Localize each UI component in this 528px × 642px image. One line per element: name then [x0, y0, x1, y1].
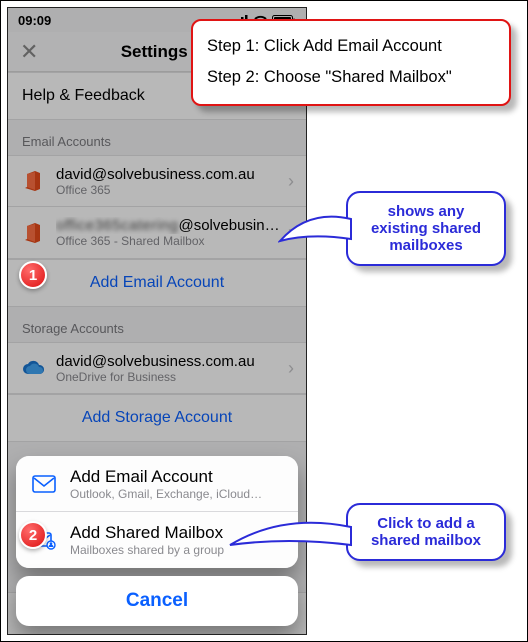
callout-existing-shared: shows any existing shared mailboxes — [346, 191, 506, 266]
redacted-text: office365catering — [56, 217, 178, 234]
office365-icon — [20, 220, 46, 246]
annotation-badge-1: 1 — [19, 261, 47, 289]
envelope-icon — [30, 475, 58, 493]
sheet-cancel-button[interactable]: Cancel — [16, 576, 298, 626]
onedrive-icon — [20, 355, 46, 381]
step-instructions-box: Step 1: Click Add Email Account Step 2: … — [191, 19, 511, 106]
account-subtitle: Office 365 - Shared Mailbox — [56, 234, 288, 248]
add-storage-account-link[interactable]: Add Storage Account — [8, 394, 306, 442]
chevron-right-icon: › — [288, 171, 294, 192]
annotation-badge-2: 2 — [19, 521, 47, 549]
storage-subtitle: OneDrive for Business — [56, 370, 288, 384]
account-email: david@solvebusiness.com.au — [56, 166, 288, 183]
email-accounts-header: Email Accounts — [8, 120, 306, 155]
step1-text: Step 1: Click Add Email Account — [207, 31, 495, 62]
chevron-right-icon: › — [288, 358, 294, 379]
email-account-row[interactable]: david@solvebusiness.com.au Office 365 › — [8, 155, 306, 207]
sheet-option-title: Add Email Account — [70, 467, 262, 487]
office365-icon — [20, 168, 46, 194]
sheet-option-subtitle: Mailboxes shared by a group — [70, 543, 224, 557]
email-account-row[interactable]: office365catering@solvebusin… Office 365… — [8, 207, 306, 259]
callout-tail-icon — [278, 211, 353, 251]
account-email: office365catering@solvebusin… — [56, 217, 288, 234]
add-email-account-link[interactable]: Add Email Account — [8, 259, 306, 307]
step2-text: Step 2: Choose "Shared Mailbox" — [207, 62, 495, 93]
account-subtitle: Office 365 — [56, 183, 288, 197]
sheet-option-title: Add Shared Mailbox — [70, 523, 224, 543]
storage-email: david@solvebusiness.com.au — [56, 353, 288, 370]
storage-accounts-header: Storage Accounts — [8, 307, 306, 342]
status-time: 09:09 — [18, 13, 51, 28]
close-icon[interactable]: ✕ — [20, 39, 38, 65]
callout-add-shared: Click to add a shared mailbox — [346, 503, 506, 561]
callout-tail-icon — [228, 517, 353, 557]
storage-account-row[interactable]: david@solvebusiness.com.au OneDrive for … — [8, 342, 306, 394]
help-feedback-label: Help & Feedback — [22, 87, 145, 104]
sheet-add-email-account[interactable]: Add Email Account Outlook, Gmail, Exchan… — [16, 456, 298, 512]
sheet-option-subtitle: Outlook, Gmail, Exchange, iCloud… — [70, 487, 262, 501]
